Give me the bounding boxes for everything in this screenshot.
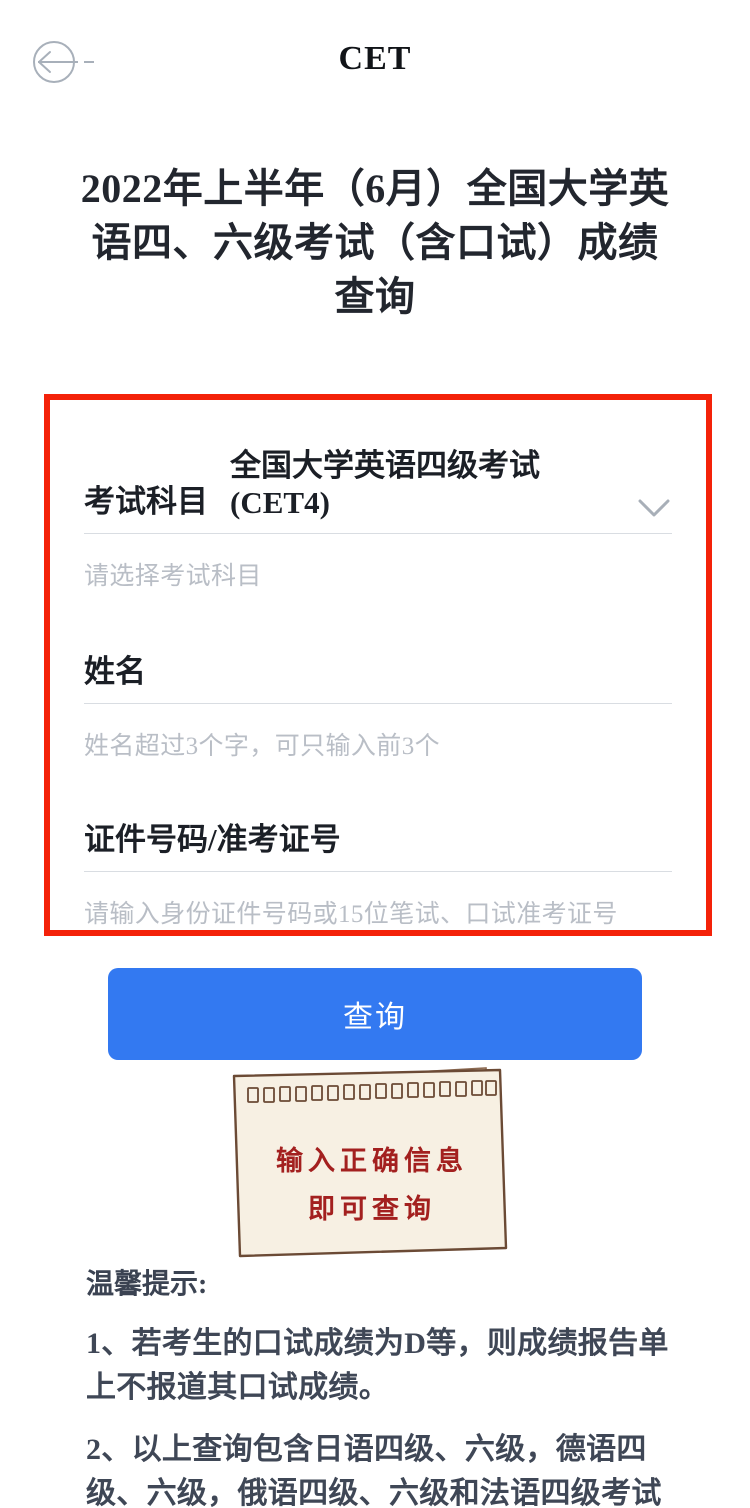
sticker-line-2: 即可查询 [308, 1194, 436, 1224]
sticker-line-1: 输入正确信息 [276, 1145, 468, 1176]
tips-title: 温馨提示: [86, 1269, 208, 1300]
cet-score-query-page: CET 2022年上半年（6月）全国大学英语四、六级考试（含口试）成绩查询 考试… [0, 0, 750, 1508]
name-hint: 姓名超过3个字，可只输入前3个 [84, 733, 441, 760]
id-number-hint: 请输入身份证件号码或15位笔试、口试准考证号 [84, 901, 618, 928]
tips-item: 1、若考生的口试成绩为D等，则成绩报告单上不报道其口试成绩。 [86, 1327, 669, 1404]
exam-subject-value[interactable]: 全国大学英语四级考试(CET4) [230, 440, 636, 521]
field-id-number[interactable]: 证件号码/准考证号 请输入身份证件号码或15位笔试、口试准考证号 [84, 814, 672, 930]
page-title: 2022年上半年（6月）全国大学英语四、六级考试（含口试）成绩查询 [80, 166, 670, 319]
tips-item: 2、以上查询包含日语四级、六级，德语四级、六级，俄语四级、六级和法语四级考试成绩… [86, 1433, 662, 1508]
query-form-card: 考试科目 全国大学英语四级考试(CET4) 请选择考试科目 姓名 姓名超过3个字… [44, 394, 712, 936]
query-submit-button[interactable]: 查询 [108, 968, 642, 1060]
notepad-sticker-illustration: 输入正确信息 即可查询 [228, 1062, 516, 1264]
exam-subject-hint: 请选择考试科目 [84, 563, 262, 590]
id-number-label: 证件号码/准考证号 [84, 822, 341, 857]
tips-section: 温馨提示: 1、若考生的口试成绩为D等，则成绩报告单上不报道其口试成绩。 2、以… [86, 1262, 686, 1508]
exam-subject-label: 考试科目 [84, 484, 208, 519]
app-header: CET [0, 0, 750, 118]
name-label: 姓名 [84, 654, 146, 689]
chevron-down-icon[interactable] [636, 497, 672, 521]
field-name[interactable]: 姓名 姓名超过3个字，可只输入前3个 [84, 646, 672, 762]
field-exam-subject[interactable]: 考试科目 全国大学英语四级考试(CET4) 请选择考试科目 [84, 440, 672, 592]
page-header-title: CET [338, 40, 412, 77]
back-arrow-circle-icon[interactable] [28, 28, 96, 96]
